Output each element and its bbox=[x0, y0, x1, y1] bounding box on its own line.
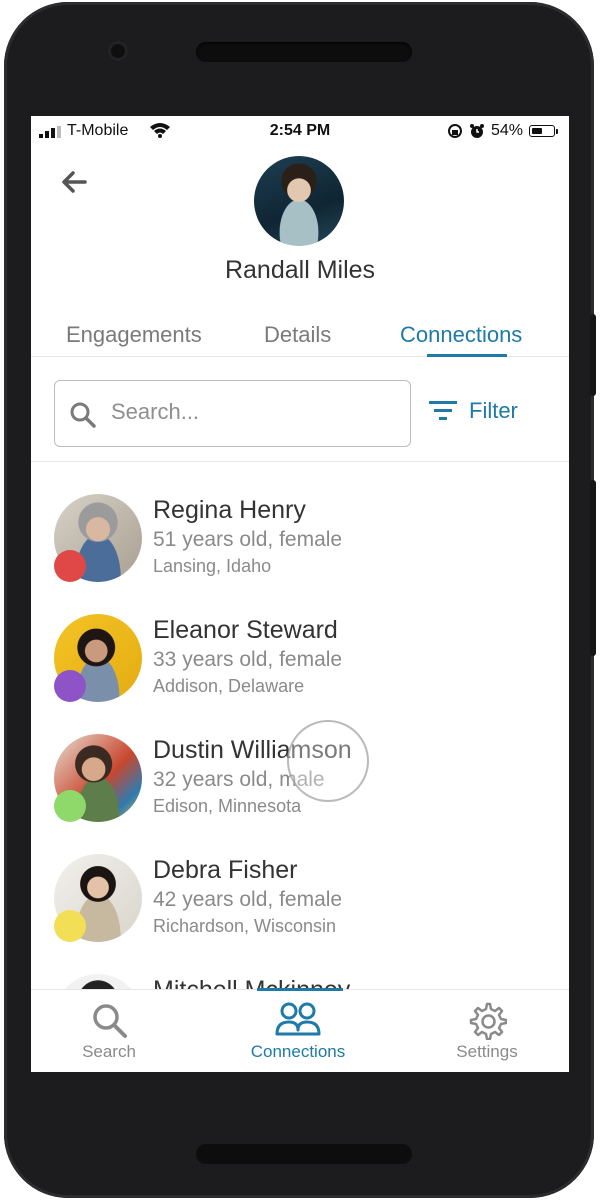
connection-name: Debra Fisher bbox=[153, 856, 298, 884]
connection-details: 51 years old, female bbox=[153, 528, 343, 551]
touch-indicator bbox=[287, 720, 369, 802]
battery-icon bbox=[529, 125, 558, 137]
list-item[interactable]: Debra Fisher 42 years old, female Richar… bbox=[31, 854, 569, 964]
status-dot bbox=[54, 790, 86, 822]
bottom-speaker bbox=[196, 1144, 412, 1164]
connection-location: Edison, Minnesota bbox=[153, 796, 302, 816]
status-bar: T-Mobile 2:54 PM 54% bbox=[31, 116, 569, 144]
bottom-nav: Search Connections Settings bbox=[31, 988, 569, 1072]
list-item[interactable]: Regina Henry 51 years old, female Lansin… bbox=[31, 494, 569, 604]
tab-connections[interactable]: Connections bbox=[400, 322, 522, 348]
volume-button bbox=[590, 480, 596, 656]
gear-icon bbox=[469, 1002, 507, 1040]
filter-icon bbox=[429, 401, 457, 420]
tab-details[interactable]: Details bbox=[264, 322, 331, 348]
nav-settings[interactable]: Settings bbox=[417, 1000, 557, 1062]
app-screen: T-Mobile 2:54 PM 54% Randall Miles Engag… bbox=[31, 116, 569, 1072]
front-camera bbox=[108, 41, 128, 61]
status-dot bbox=[54, 670, 86, 702]
connection-location: Addison, Delaware bbox=[153, 676, 305, 696]
back-arrow-icon[interactable] bbox=[55, 162, 95, 202]
connection-location: Lansing, Idaho bbox=[153, 556, 272, 576]
nav-settings-label: Settings bbox=[456, 1042, 518, 1061]
search-icon bbox=[70, 402, 96, 428]
status-dot bbox=[54, 910, 86, 942]
status-right: 54% bbox=[447, 122, 558, 140]
profile-avatar bbox=[254, 156, 344, 246]
battery-percent: 54% bbox=[490, 122, 523, 139]
earpiece-speaker bbox=[196, 42, 412, 62]
divider bbox=[31, 461, 569, 462]
filter-label: Filter bbox=[469, 398, 518, 423]
battery-fill bbox=[532, 128, 542, 134]
rotation-lock-icon bbox=[447, 124, 462, 138]
connection-details: 33 years old, female bbox=[153, 648, 343, 671]
active-tab-indicator bbox=[427, 354, 507, 357]
nav-search[interactable]: Search bbox=[39, 1000, 179, 1062]
alarm-icon bbox=[469, 124, 484, 138]
search-input[interactable]: Search... bbox=[111, 399, 199, 425]
filter-button[interactable]: Filter bbox=[429, 398, 518, 424]
connection-name: Eleanor Steward bbox=[153, 616, 338, 644]
connection-location: Richardson, Wisconsin bbox=[153, 916, 337, 936]
search-field[interactable]: Search... bbox=[54, 380, 411, 447]
profile-name: Randall Miles bbox=[224, 256, 376, 284]
power-button bbox=[590, 314, 596, 396]
nav-search-label: Search bbox=[82, 1042, 136, 1061]
nav-connections-label: Connections bbox=[250, 1042, 346, 1061]
connection-details: 42 years old, female bbox=[153, 888, 343, 911]
active-nav-indicator bbox=[257, 988, 343, 991]
connection-name: Regina Henry bbox=[153, 496, 306, 524]
nav-connections[interactable]: Connections bbox=[228, 1000, 368, 1062]
status-dot bbox=[54, 550, 86, 582]
list-item[interactable]: Eleanor Steward 33 years old, female Add… bbox=[31, 614, 569, 724]
tab-engagements[interactable]: Engagements bbox=[66, 322, 202, 348]
people-icon bbox=[275, 1002, 321, 1036]
profile-tabs: Engagements Details Connections bbox=[31, 316, 569, 357]
search-icon bbox=[93, 1004, 127, 1038]
